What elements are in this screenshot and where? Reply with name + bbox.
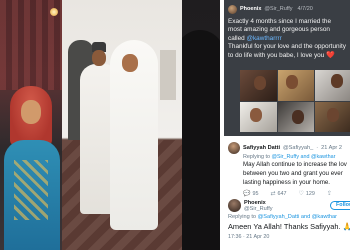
tweet-photo[interactable] <box>240 70 277 101</box>
bride-face <box>21 100 41 124</box>
tweet-photo[interactable] <box>277 101 315 132</box>
like-action[interactable]: ♡ 129 <box>298 190 315 198</box>
reply-icon: 💬 <box>243 191 251 197</box>
follow-button[interactable]: Follow <box>330 201 350 210</box>
reply-action[interactable]: 💬 95 <box>243 190 259 198</box>
retweet-action[interactable]: ⇄ 647 <box>270 190 287 198</box>
replying-to: Replying to @Safiyyah_Datti and @kawthar <box>228 214 350 220</box>
tweet-thread: Phoenix @Sir_Ruffy 4/7/20 Exactly 4 mont… <box>220 0 350 250</box>
like-icon: ♡ <box>298 191 304 197</box>
replying-handles[interactable]: @Safiyyah_Datti and @kawthar <box>258 214 337 220</box>
replying-label: Replying to <box>228 214 256 220</box>
reply2-timestamp[interactable]: 17:36 · 21 Apr 20 <box>228 234 350 240</box>
mention-link[interactable]: @kawtharrrr <box>246 35 281 42</box>
reply-text-line3: lasting happiness in your home. <box>243 179 331 186</box>
replying-handles[interactable]: @Sir_Ruffy and @kawthar <box>271 154 335 160</box>
tweet-text: Exactly 4 months since I married the mos… <box>228 18 346 60</box>
couple-photo <box>62 0 182 250</box>
bride-photo-left <box>0 0 62 250</box>
share-action[interactable]: ⇪ <box>327 190 332 197</box>
tweet-photo[interactable] <box>315 101 350 132</box>
retweet-icon: ⇄ <box>270 191 276 197</box>
reply-author-name[interactable]: Safiyyah Datti <box>243 145 280 151</box>
author-name[interactable]: Phoenix <box>240 6 261 12</box>
figure-silhouette <box>182 30 220 250</box>
reply2-author-handle[interactable]: @Sir_Ruffy <box>244 206 273 212</box>
heart-icon: ❤️ <box>326 51 335 59</box>
avatar[interactable] <box>228 142 240 154</box>
author-handle[interactable]: @Sir_Ruffy <box>264 6 292 12</box>
replying-label: Replying to <box>243 154 270 160</box>
bride-face-mid <box>122 54 138 72</box>
reply-text-line1: May Allah continue to increase the lov <box>243 161 347 168</box>
author-reply-tweet[interactable]: Phoenix @Sir_Ruffy Follow Replying to @S… <box>228 199 350 240</box>
reply-tweet[interactable]: Safiyyah Datti @Safiyyah_ · 21 Apr 2 Rep… <box>228 142 350 197</box>
like-count: 129 <box>305 190 315 197</box>
reply-date[interactable]: 21 Apr 2 <box>321 145 342 151</box>
tweet-photo[interactable] <box>240 101 277 132</box>
dress-pattern <box>14 160 48 220</box>
reply-header: Safiyyah Datti @Safiyyah_ · 21 Apr 2 <box>228 142 350 154</box>
groom-head <box>92 50 106 66</box>
reply-author-handle[interactable]: @Safiyyah_ <box>283 145 313 151</box>
reply-actions: 💬 95 ⇄ 647 ♡ 129 ⇪ <box>243 190 350 198</box>
tweet-header: Phoenix @Sir_Ruffy 4/7/20 <box>228 4 350 14</box>
share-icon: ⇪ <box>326 191 332 197</box>
reply2-names: Phoenix @Sir_Ruffy <box>244 200 273 212</box>
dark-figure-photo <box>182 0 220 250</box>
lamp-light <box>50 8 58 16</box>
tweet-photo[interactable] <box>277 70 315 101</box>
tweet-date[interactable]: 4/7/20 <box>298 6 313 12</box>
reply-text-line2: between you two and grant you ever <box>243 170 343 177</box>
retweet-count: 647 <box>277 190 287 197</box>
main-tweet[interactable]: Phoenix @Sir_Ruffy 4/7/20 Exactly 4 mont… <box>224 0 350 136</box>
reply-count: 95 <box>252 190 259 197</box>
avatar[interactable] <box>228 4 237 14</box>
avatar[interactable] <box>228 199 241 212</box>
tweet-photo[interactable] <box>315 70 350 101</box>
tweet-photo-grid[interactable] <box>240 70 350 132</box>
separator-dot: · <box>316 145 319 151</box>
replying-to: Replying to @Sir_Ruffy and @kawthar <box>243 154 350 160</box>
reply2-text: Ameen Ya Allah! Thanks Safiyyah. 🙏 <box>228 222 350 231</box>
window <box>160 50 176 100</box>
